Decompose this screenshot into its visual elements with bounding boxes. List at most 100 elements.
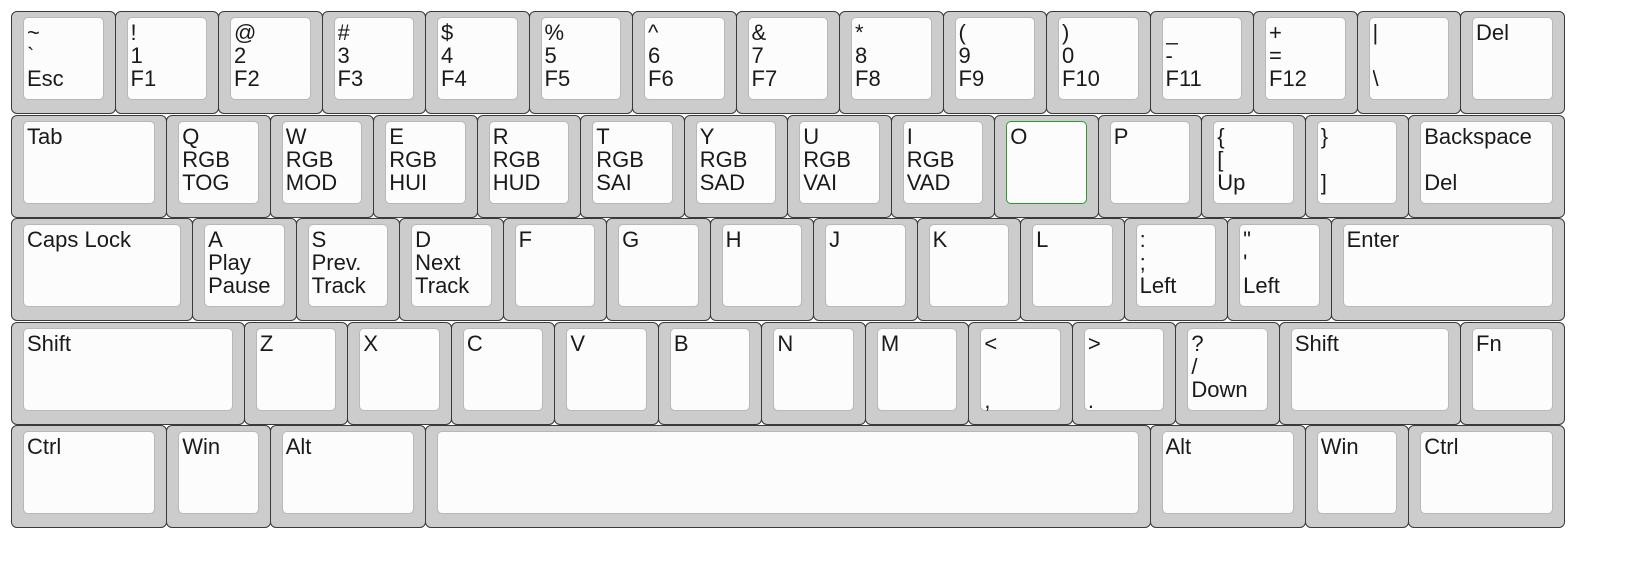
key-lctrl[interactable]: Ctrl	[11, 425, 168, 528]
key-l[interactable]: L	[1020, 218, 1125, 321]
key-legend: D	[415, 228, 432, 252]
key-7[interactable]: & 7 F7	[735, 11, 840, 114]
key-2[interactable]: @2 F2	[218, 11, 323, 114]
key-y[interactable]: Y RGB SAD	[683, 114, 789, 218]
key-a[interactable]: A Play Pause	[192, 218, 297, 321]
key-legend: Enter	[1346, 228, 1400, 252]
key-legend: W	[285, 124, 307, 149]
key-legend: Ctrl	[27, 435, 62, 459]
key-e[interactable]: E RGB HUI	[373, 114, 478, 218]
key-legend: ;	[1139, 250, 1146, 275]
key-legend: R	[492, 124, 509, 149]
key-backslash[interactable]: | \	[1356, 11, 1461, 114]
key-legend: S	[311, 228, 327, 252]
key-legends: @2 F2	[234, 21, 314, 101]
key-legend: Shift	[1294, 331, 1339, 356]
key-space[interactable]	[425, 425, 1151, 528]
key-comma[interactable]: <,	[968, 321, 1073, 425]
key-u[interactable]: U RGB VAI	[787, 114, 892, 218]
key-v[interactable]: V	[554, 321, 659, 425]
key-legends: Del	[1476, 21, 1556, 101]
key-legend: #	[337, 21, 350, 45]
key-x[interactable]: X	[347, 321, 452, 425]
key-legend: F	[518, 228, 533, 252]
key-k[interactable]: K	[916, 218, 1022, 321]
key-legend: F4	[441, 66, 467, 91]
key-tab[interactable]: Tab	[11, 114, 168, 218]
key-semicolon[interactable]: :; Left	[1123, 218, 1229, 321]
key-legend: Left	[1139, 273, 1177, 298]
key-legend: *	[855, 21, 864, 45]
key-h[interactable]: H	[709, 218, 815, 321]
key-legend: F1	[130, 66, 157, 91]
key-t[interactable]: T RGB SAI	[580, 114, 685, 218]
key-o[interactable]: O	[994, 114, 1099, 218]
key-1[interactable]: ! 1 F1	[114, 11, 219, 114]
key-legend: Pause	[208, 273, 271, 298]
key-w[interactable]: W RGB MOD	[269, 114, 375, 218]
key-rwin[interactable]: Win	[1304, 425, 1410, 528]
key-lwin[interactable]: Win	[166, 425, 271, 528]
key-legend: HUI	[389, 169, 428, 195]
key-backspace[interactable]: Backspace Del	[1408, 114, 1565, 218]
key-n[interactable]: N	[761, 321, 866, 425]
key-quote[interactable]: " ' Left	[1227, 218, 1332, 321]
key-equal[interactable]: + = F12	[1253, 11, 1358, 114]
key-f[interactable]: F	[502, 218, 608, 321]
key-lalt[interactable]: Alt	[269, 425, 426, 528]
key-lbracket[interactable]: {[Up	[1201, 114, 1306, 218]
key-rbracket[interactable]: }]	[1304, 114, 1410, 218]
key-legend: &	[751, 21, 767, 45]
key-8[interactable]: * 8 F8	[839, 11, 944, 114]
key-g[interactable]: G	[606, 218, 711, 321]
key-legend: Track	[311, 273, 366, 298]
key-legends: F	[519, 228, 599, 308]
key-legends: Fn	[1476, 332, 1556, 412]
key-legends: & 7 F7	[752, 21, 832, 101]
key-legends: B	[674, 332, 754, 412]
key-slash[interactable]: ? / Down	[1175, 321, 1280, 425]
key-legend: F5	[544, 66, 571, 91]
key-legend: RGB	[182, 146, 230, 172]
key-enter[interactable]: Enter	[1330, 218, 1565, 321]
key-rshift[interactable]: Shift	[1278, 321, 1461, 425]
key-legends: D Next Track	[415, 228, 495, 308]
key-legend: `	[27, 43, 35, 68]
key-legend: Down	[1191, 376, 1248, 402]
key-s[interactable]: S Prev. Track	[295, 218, 401, 321]
key-z[interactable]: Z	[243, 321, 349, 425]
key-9[interactable]: (9 F9	[942, 11, 1047, 114]
key-legends: O	[1010, 125, 1090, 205]
key-minus[interactable]: _ - F11	[1149, 11, 1254, 114]
key-lshift[interactable]: Shift	[11, 321, 245, 425]
key-legend: =	[1269, 43, 1282, 68]
key-del[interactable]: Del	[1460, 11, 1565, 114]
key-r[interactable]: R RGB HUD	[476, 114, 582, 218]
key-0[interactable]: ) 0 F10	[1046, 11, 1151, 114]
key-rctrl[interactable]: Ctrl	[1408, 425, 1565, 528]
key-legend: '	[1243, 250, 1248, 275]
key-m[interactable]: M	[864, 321, 970, 425]
key-q[interactable]: Q RGB TOG	[166, 114, 271, 218]
key-c[interactable]: C	[450, 321, 556, 425]
key-d[interactable]: D Next Track	[399, 218, 504, 321]
key-esc[interactable]: ~ ` Esc	[11, 11, 116, 114]
key-legend	[1373, 44, 1453, 67]
key-legend: SAD	[699, 169, 745, 195]
key-legend: Win	[1320, 435, 1359, 459]
key-6[interactable]: ^ 6 F6	[632, 11, 737, 114]
key-j[interactable]: J	[813, 218, 918, 321]
key-5[interactable]: % 5 F5	[528, 11, 633, 114]
key-b[interactable]: B	[657, 321, 763, 425]
key-legend: F6	[648, 66, 674, 91]
key-caps[interactable]: Caps Lock	[11, 218, 194, 321]
key-legend: RGB	[906, 146, 955, 172]
keyboard-layout: ~ ` Esc! 1 F1 @2 F2 #3 F3 $4 F4% 5 F5 ^ 6 F6 & 7 F7 * 8 F8(9 F…	[0, 0, 1640, 562]
key-4[interactable]: $4 F4	[425, 11, 530, 114]
key-ralt[interactable]: Alt	[1149, 425, 1306, 528]
key-p[interactable]: P	[1097, 114, 1203, 218]
key-3[interactable]: #3 F3	[321, 11, 426, 114]
key-fn[interactable]: Fn	[1460, 321, 1565, 425]
key-period[interactable]: >.	[1071, 321, 1177, 425]
key-i[interactable]: I RGB VAD	[890, 114, 996, 218]
